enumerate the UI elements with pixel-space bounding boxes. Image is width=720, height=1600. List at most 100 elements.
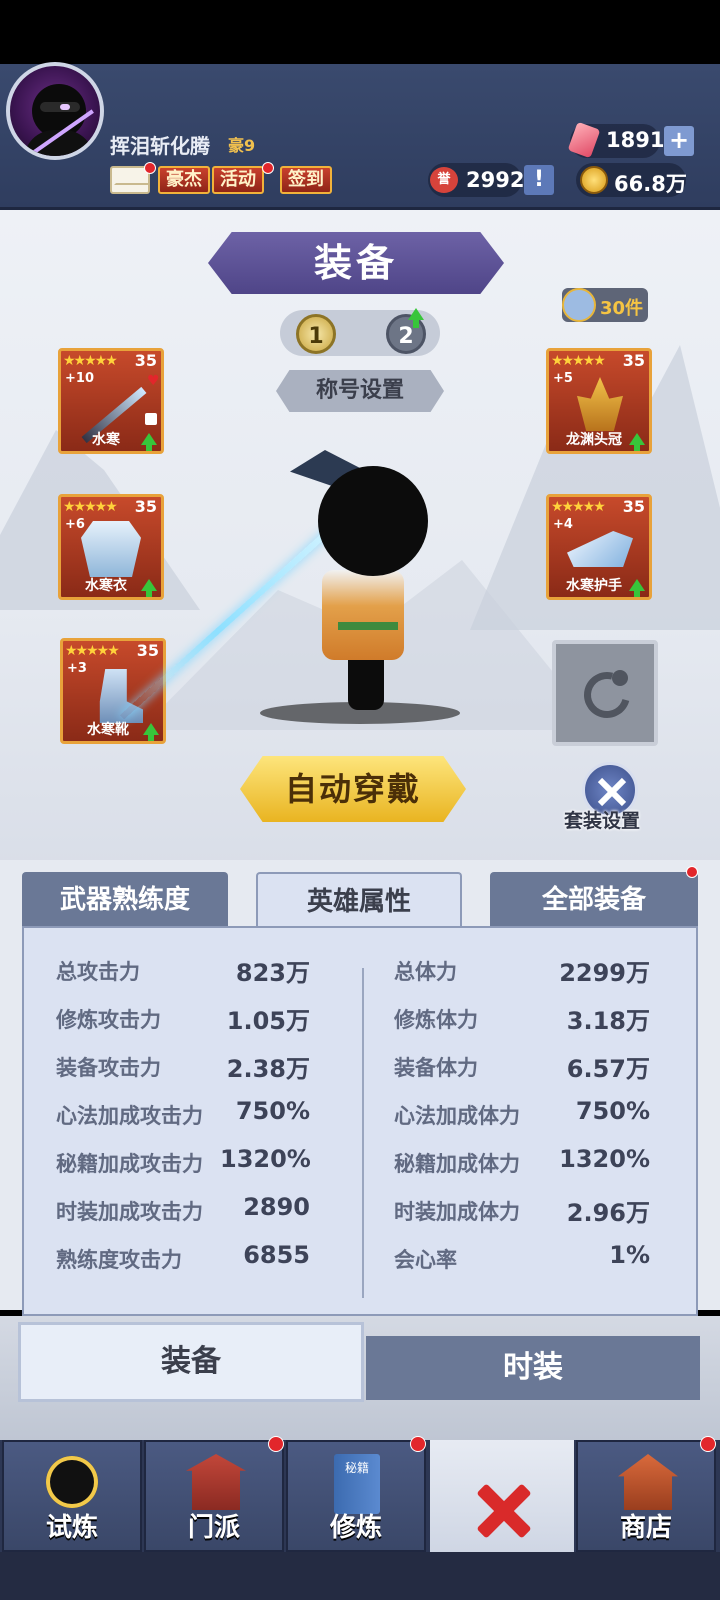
boot-icon — [99, 669, 143, 723]
item-level: 35 — [134, 497, 157, 516]
mail-notification-dot — [144, 162, 156, 174]
auto-equip-button[interactable]: 自动穿戴 — [240, 756, 466, 822]
stat-label: 修炼体力 — [394, 1008, 478, 1032]
character-head — [318, 466, 428, 576]
character-robe — [322, 570, 404, 660]
loadout-1-button[interactable]: 1 — [296, 314, 336, 354]
nav-sect[interactable]: 门派 — [144, 1440, 284, 1552]
ninja-icon — [46, 1456, 98, 1508]
star-rating: ★★★★★ — [551, 353, 606, 369]
item-name: 水寒护手 — [566, 578, 622, 594]
stat-value: 6.57万 — [566, 1055, 650, 1083]
equipment-view-tab[interactable]: 装备 — [18, 1322, 364, 1402]
stat-label: 修炼攻击力 — [56, 1008, 161, 1032]
event-button[interactable]: 活动 — [212, 166, 264, 194]
stat-label: 秘籍加成攻击力 — [56, 1152, 203, 1176]
armor-slot[interactable]: ★★★★★ 35 +6 水寒衣 — [58, 494, 164, 600]
honor-icon: 誉 — [430, 167, 458, 193]
title-setting-button[interactable]: 称号设置 — [276, 370, 444, 412]
stat-value: 3.18万 — [566, 1007, 650, 1035]
bottom-strip — [0, 1552, 720, 1600]
stat-value: 2890 — [243, 1193, 310, 1221]
honor-info-button[interactable]: ! — [524, 165, 554, 195]
star-rating: ★★★★★ — [63, 499, 118, 515]
item-level: 35 — [136, 641, 159, 660]
stat-label: 心法加成体力 — [394, 1104, 520, 1128]
hero-button[interactable]: 豪杰 — [158, 166, 210, 194]
fashion-view-tab[interactable]: 时装 — [366, 1336, 700, 1400]
stat-value: 1.05万 — [226, 1007, 310, 1035]
enhance-level: +3 — [67, 661, 87, 676]
stat-label: 秘籍加成体力 — [394, 1152, 520, 1176]
nav-train[interactable]: 秘籍 修炼 — [286, 1440, 426, 1552]
stat-value: 1320% — [220, 1145, 311, 1173]
stat-label: 熟练度攻击力 — [56, 1248, 182, 1272]
equipment-screen: 挥泪斩化腾 豪9 豪杰 活动 签到 1891 + 誉 2992 ! 66.8万 … — [0, 0, 720, 1600]
tab-all-equipment[interactable]: 全部装备 — [490, 872, 698, 928]
event-notification-dot — [262, 162, 274, 174]
stat-label: 总体力 — [394, 960, 457, 984]
weapon-slot[interactable]: ★★★★★ 35 +10 ♥ 水寒 — [58, 348, 164, 454]
enhance-level: +5 — [553, 371, 573, 386]
item-level: 35 — [134, 351, 157, 370]
stat-value: 1% — [609, 1241, 650, 1269]
sect-notification-dot — [268, 1436, 284, 1452]
enhance-level: +10 — [65, 371, 94, 386]
item-name: 水寒靴 — [87, 722, 129, 738]
stat-value: 2299万 — [559, 959, 650, 987]
stat-value: 2.96万 — [566, 1199, 650, 1227]
add-gems-button[interactable]: + — [664, 126, 694, 156]
upgrade-arrow-icon — [408, 308, 424, 328]
lock-icon — [145, 413, 157, 425]
upgrade-arrow-icon — [141, 433, 157, 451]
nav-shop-label: 商店 — [619, 1513, 672, 1543]
upgrade-arrow-icon — [143, 723, 159, 741]
helmet-slot[interactable]: ★★★★★ 35 +5 龙渊头冠 — [546, 348, 652, 454]
stat-label: 会心率 — [394, 1248, 457, 1272]
tab-hero-attributes[interactable]: 英雄属性 — [256, 872, 462, 932]
hero-stats-panel: 总攻击力 823万 修炼攻击力 1.05万 装备攻击力 2.38万 心法加成攻击… — [22, 926, 698, 1316]
item-name: 龙渊头冠 — [566, 432, 622, 448]
equipment-scene: 装备 1 2 称号设置 30件 ★★★★★ 35 +10 ♥ 水寒 ★★★★★ … — [0, 210, 720, 870]
nav-trial-label: 试炼 — [45, 1513, 98, 1543]
coin-amount: 66.8万 — [614, 172, 687, 196]
suit-setting-label[interactable]: 套装设置 — [564, 806, 640, 833]
stat-label: 时装加成体力 — [394, 1200, 520, 1224]
bag-icon — [562, 288, 596, 322]
character-belt — [338, 622, 398, 630]
nav-trial[interactable]: 试炼 — [2, 1440, 142, 1552]
coin-icon — [580, 166, 608, 194]
refresh-icon-dot — [612, 670, 628, 686]
temple-icon — [186, 1454, 246, 1510]
stat-value: 750% — [575, 1097, 650, 1125]
tab-weapon-mastery[interactable]: 武器熟练度 — [22, 872, 228, 928]
star-rating: ★★★★★ — [63, 353, 118, 369]
stat-label: 心法加成攻击力 — [56, 1104, 203, 1128]
refresh-icon — [575, 663, 639, 727]
all-equipment-notification-dot — [686, 866, 698, 878]
nav-shop[interactable]: 商店 — [576, 1440, 716, 1552]
stat-label: 装备攻击力 — [56, 1056, 161, 1080]
stat-label: 时装加成攻击力 — [56, 1200, 203, 1224]
enhance-level: +6 — [65, 517, 85, 532]
robe-icon — [81, 521, 141, 577]
checkin-button[interactable]: 签到 — [280, 166, 332, 194]
gauntlet-icon — [567, 531, 633, 567]
upgrade-arrow-icon — [141, 579, 157, 597]
empty-equipment-slot[interactable] — [552, 640, 658, 746]
avatar-eye — [60, 104, 70, 110]
page-title: 装备 — [208, 232, 504, 294]
upgrade-arrow-icon — [629, 433, 645, 451]
stats-divider — [362, 968, 364, 1298]
gauntlet-slot[interactable]: ★★★★★ 35 +4 水寒护手 — [546, 494, 652, 600]
loadout-2-button[interactable]: 2 — [386, 314, 426, 354]
close-icon[interactable] — [472, 1480, 532, 1540]
player-avatar[interactable] — [6, 62, 104, 160]
honor-amount: 2992 — [466, 168, 525, 192]
item-level: 35 — [622, 351, 645, 370]
shop-notification-dot — [700, 1436, 716, 1452]
player-name: 挥泪斩化腾 — [110, 134, 210, 158]
star-rating: ★★★★★ — [551, 499, 606, 515]
item-name: 水寒衣 — [85, 578, 127, 594]
stat-value: 1320% — [559, 1145, 650, 1173]
